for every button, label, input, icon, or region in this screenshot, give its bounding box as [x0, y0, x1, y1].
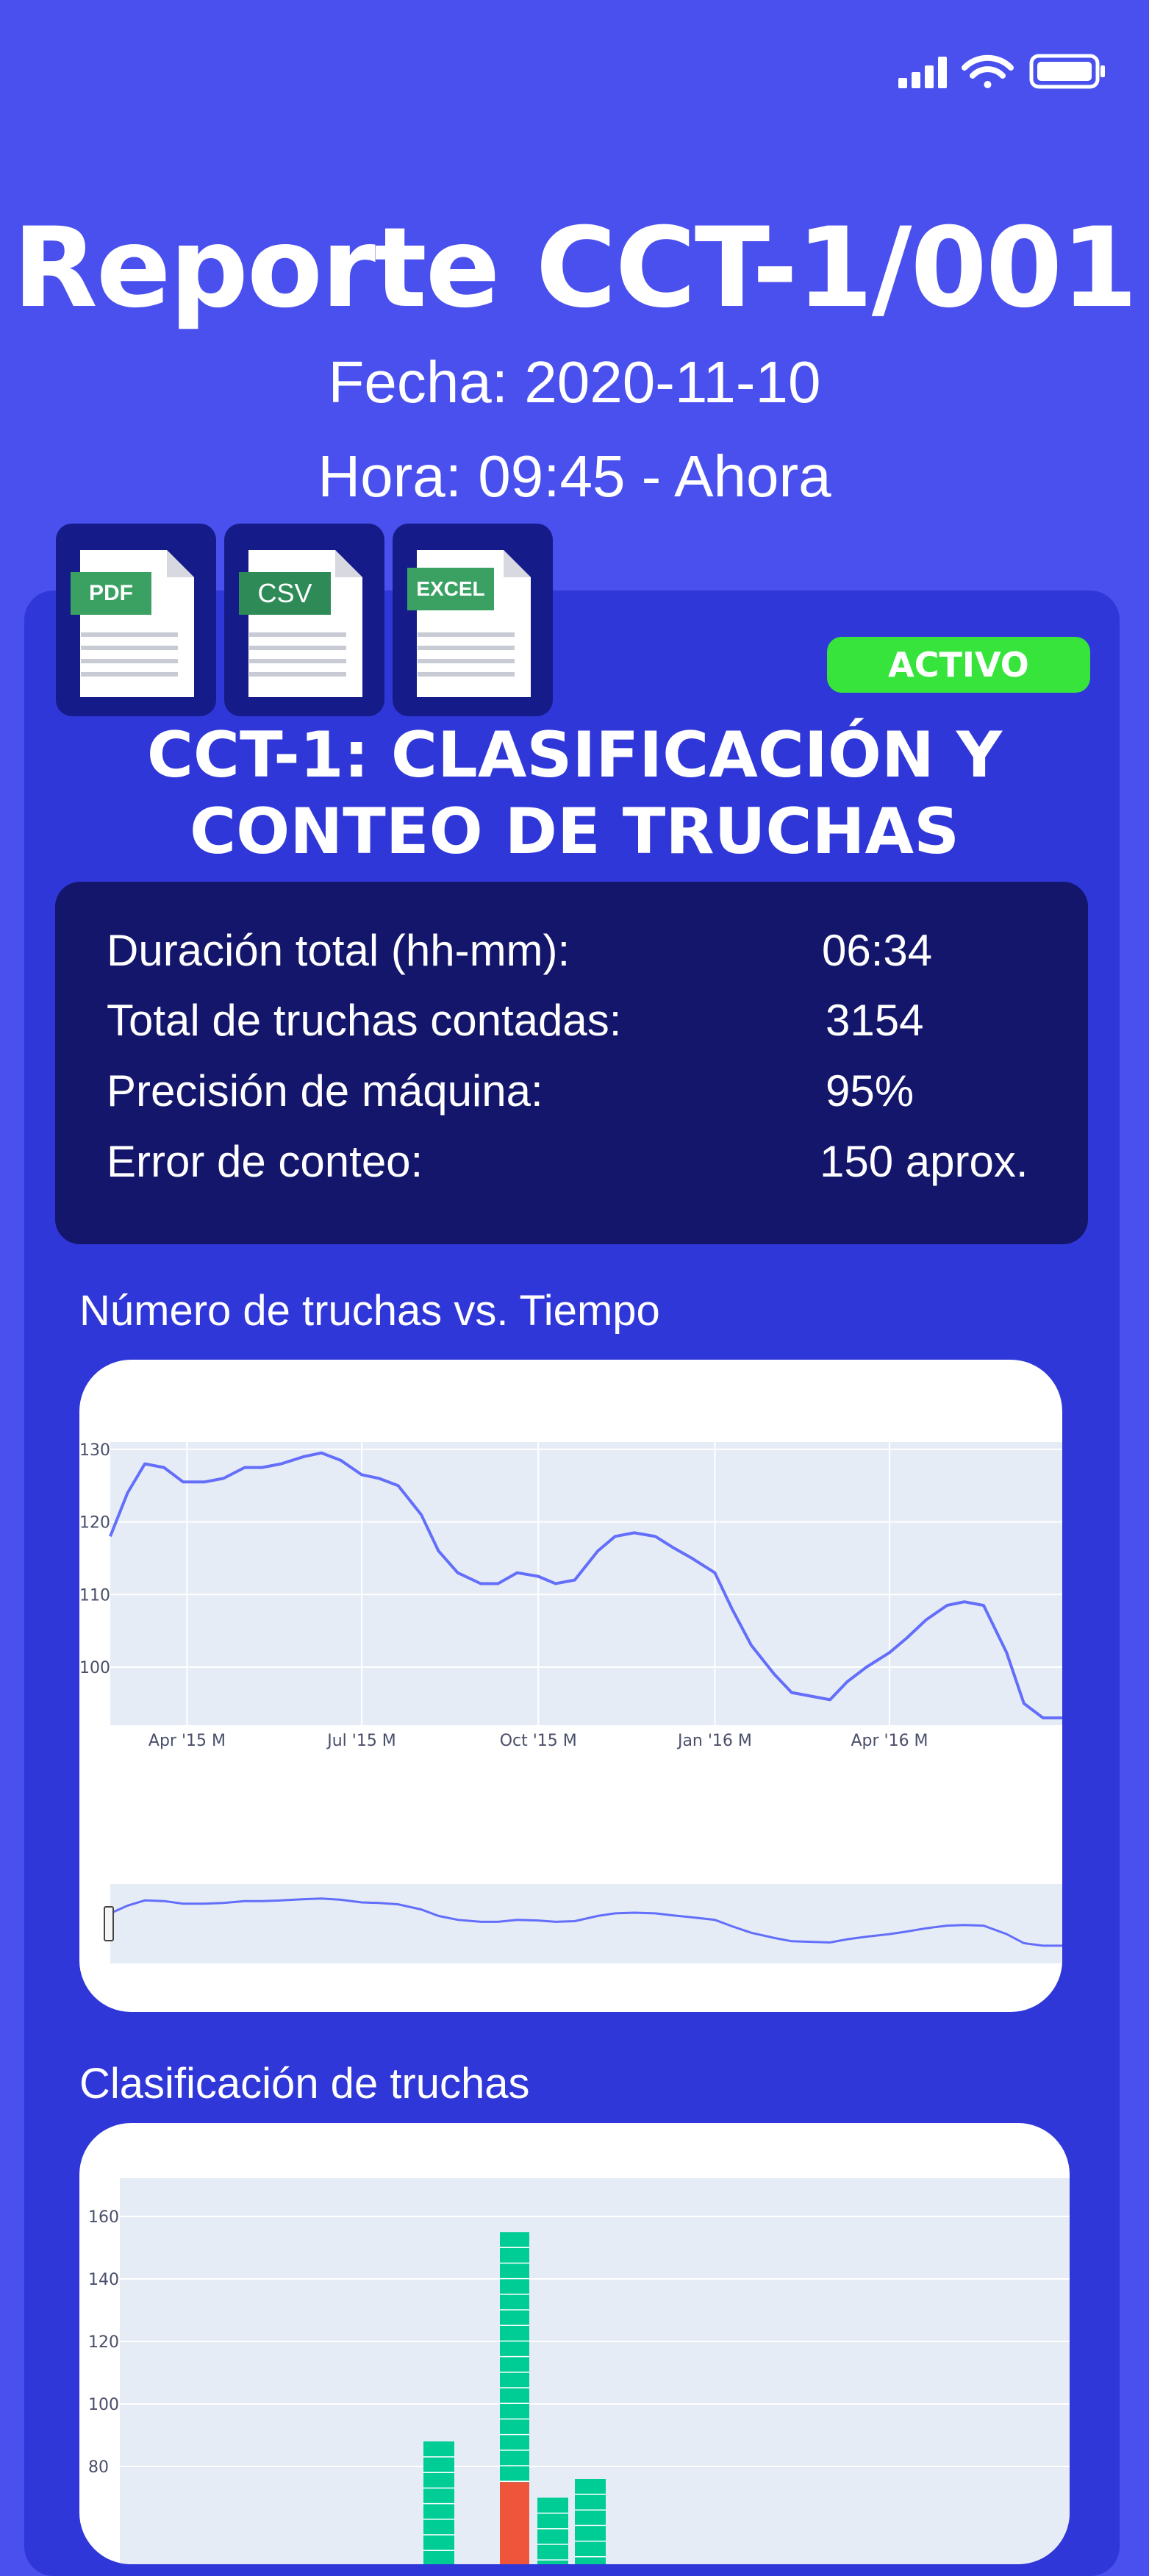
- bar-chart-title: Clasificación de truchas: [79, 2060, 530, 2108]
- bar-green: [423, 2441, 454, 2564]
- wifi-icon: [962, 54, 1014, 88]
- pdf-file-icon: [71, 550, 194, 697]
- line-y-tick: 110: [79, 1586, 110, 1605]
- export-pdf-button[interactable]: PDF: [56, 524, 216, 716]
- bar-y-tick: 120: [88, 2333, 119, 2352]
- line-y-tick: 130: [79, 1441, 110, 1460]
- signal-icon: [898, 57, 947, 88]
- line-chart: 100 110 120 130 Apr '15 M Jul '15 M Oct '15 M…: [79, 1441, 1062, 1963]
- machine-title: CCT-1: CLASIFICACIÓN Y CONTEO DE TRUCHAS: [0, 717, 1149, 870]
- range-slider-handle[interactable]: [104, 1906, 114, 1941]
- line-x-tick: Jan '16 M: [676, 1732, 752, 1750]
- battery-icon: [1029, 54, 1105, 89]
- range-slider[interactable]: [110, 1884, 1062, 1963]
- export-csv-button[interactable]: CSV: [224, 524, 384, 716]
- status-bar: [898, 54, 1105, 89]
- stat-value-total: 3154: [826, 996, 924, 1045]
- stat-value-error: 150 aprox.: [820, 1137, 1028, 1186]
- export-pdf-label: PDF: [89, 581, 133, 605]
- bar-y-tick: 160: [88, 2208, 119, 2227]
- bar-green: [537, 2497, 568, 2564]
- status-badge: ACTIVO: [827, 637, 1090, 693]
- export-csv-label: CSV: [257, 578, 312, 608]
- excel-file-icon: [407, 550, 531, 697]
- status-badge-label: ACTIVO: [888, 645, 1029, 685]
- machine-title-line-1: CCT-1: CLASIFICACIÓN Y: [146, 718, 1003, 792]
- line-y-tick: 120: [79, 1514, 110, 1533]
- bar-green: [575, 2479, 606, 2564]
- stat-label-error: Error de conteo:: [107, 1137, 423, 1186]
- line-plot-area: [110, 1442, 1062, 1725]
- report-date: Fecha: 2020-11-10: [328, 349, 821, 415]
- machine-title-line-2: CONTEO DE TRUCHAS: [189, 795, 960, 868]
- csv-file-icon: [239, 550, 362, 697]
- line-x-tick: Jul '15 M: [326, 1732, 396, 1750]
- export-excel-label: EXCEL: [416, 577, 485, 600]
- export-excel-button[interactable]: EXCEL: [393, 524, 553, 716]
- line-chart-card: 100 110 120 130 Apr '15 M Jul '15 M Oct '15 M…: [79, 1360, 1062, 2012]
- bar-chart: 80 100 120 140 160: [88, 2178, 1070, 2564]
- report-time: Hora: 09:45 - Ahora: [318, 443, 831, 509]
- line-y-tick: 100: [79, 1659, 110, 1677]
- line-x-tick: Apr '15 M: [148, 1732, 226, 1750]
- stat-label-precision: Precisión de máquina:: [107, 1066, 543, 1116]
- bar-red: [500, 2482, 529, 2564]
- line-x-tick: Apr '16 M: [851, 1732, 928, 1750]
- bar-y-tick: 100: [88, 2396, 119, 2414]
- bar-y-tick: 140: [88, 2271, 119, 2289]
- stat-value-duration: 06:34: [822, 926, 933, 975]
- page-title: Reporte CCT-1/001: [12, 204, 1137, 332]
- stat-value-precision: 95%: [826, 1066, 914, 1116]
- bar-chart-card: 80 100 120 140 160: [79, 2123, 1070, 2564]
- bar-y-tick: 80: [88, 2458, 109, 2477]
- summary-card: Duración total (hh-mm): 06:34 Total de t…: [55, 882, 1088, 1244]
- line-chart-title: Número de truchas vs. Tiempo: [79, 1287, 660, 1335]
- line-x-tick: Oct '15 M: [500, 1732, 577, 1750]
- stat-label-duration: Duración total (hh-mm):: [107, 926, 570, 975]
- stat-label-total: Total de truchas contadas:: [107, 996, 622, 1045]
